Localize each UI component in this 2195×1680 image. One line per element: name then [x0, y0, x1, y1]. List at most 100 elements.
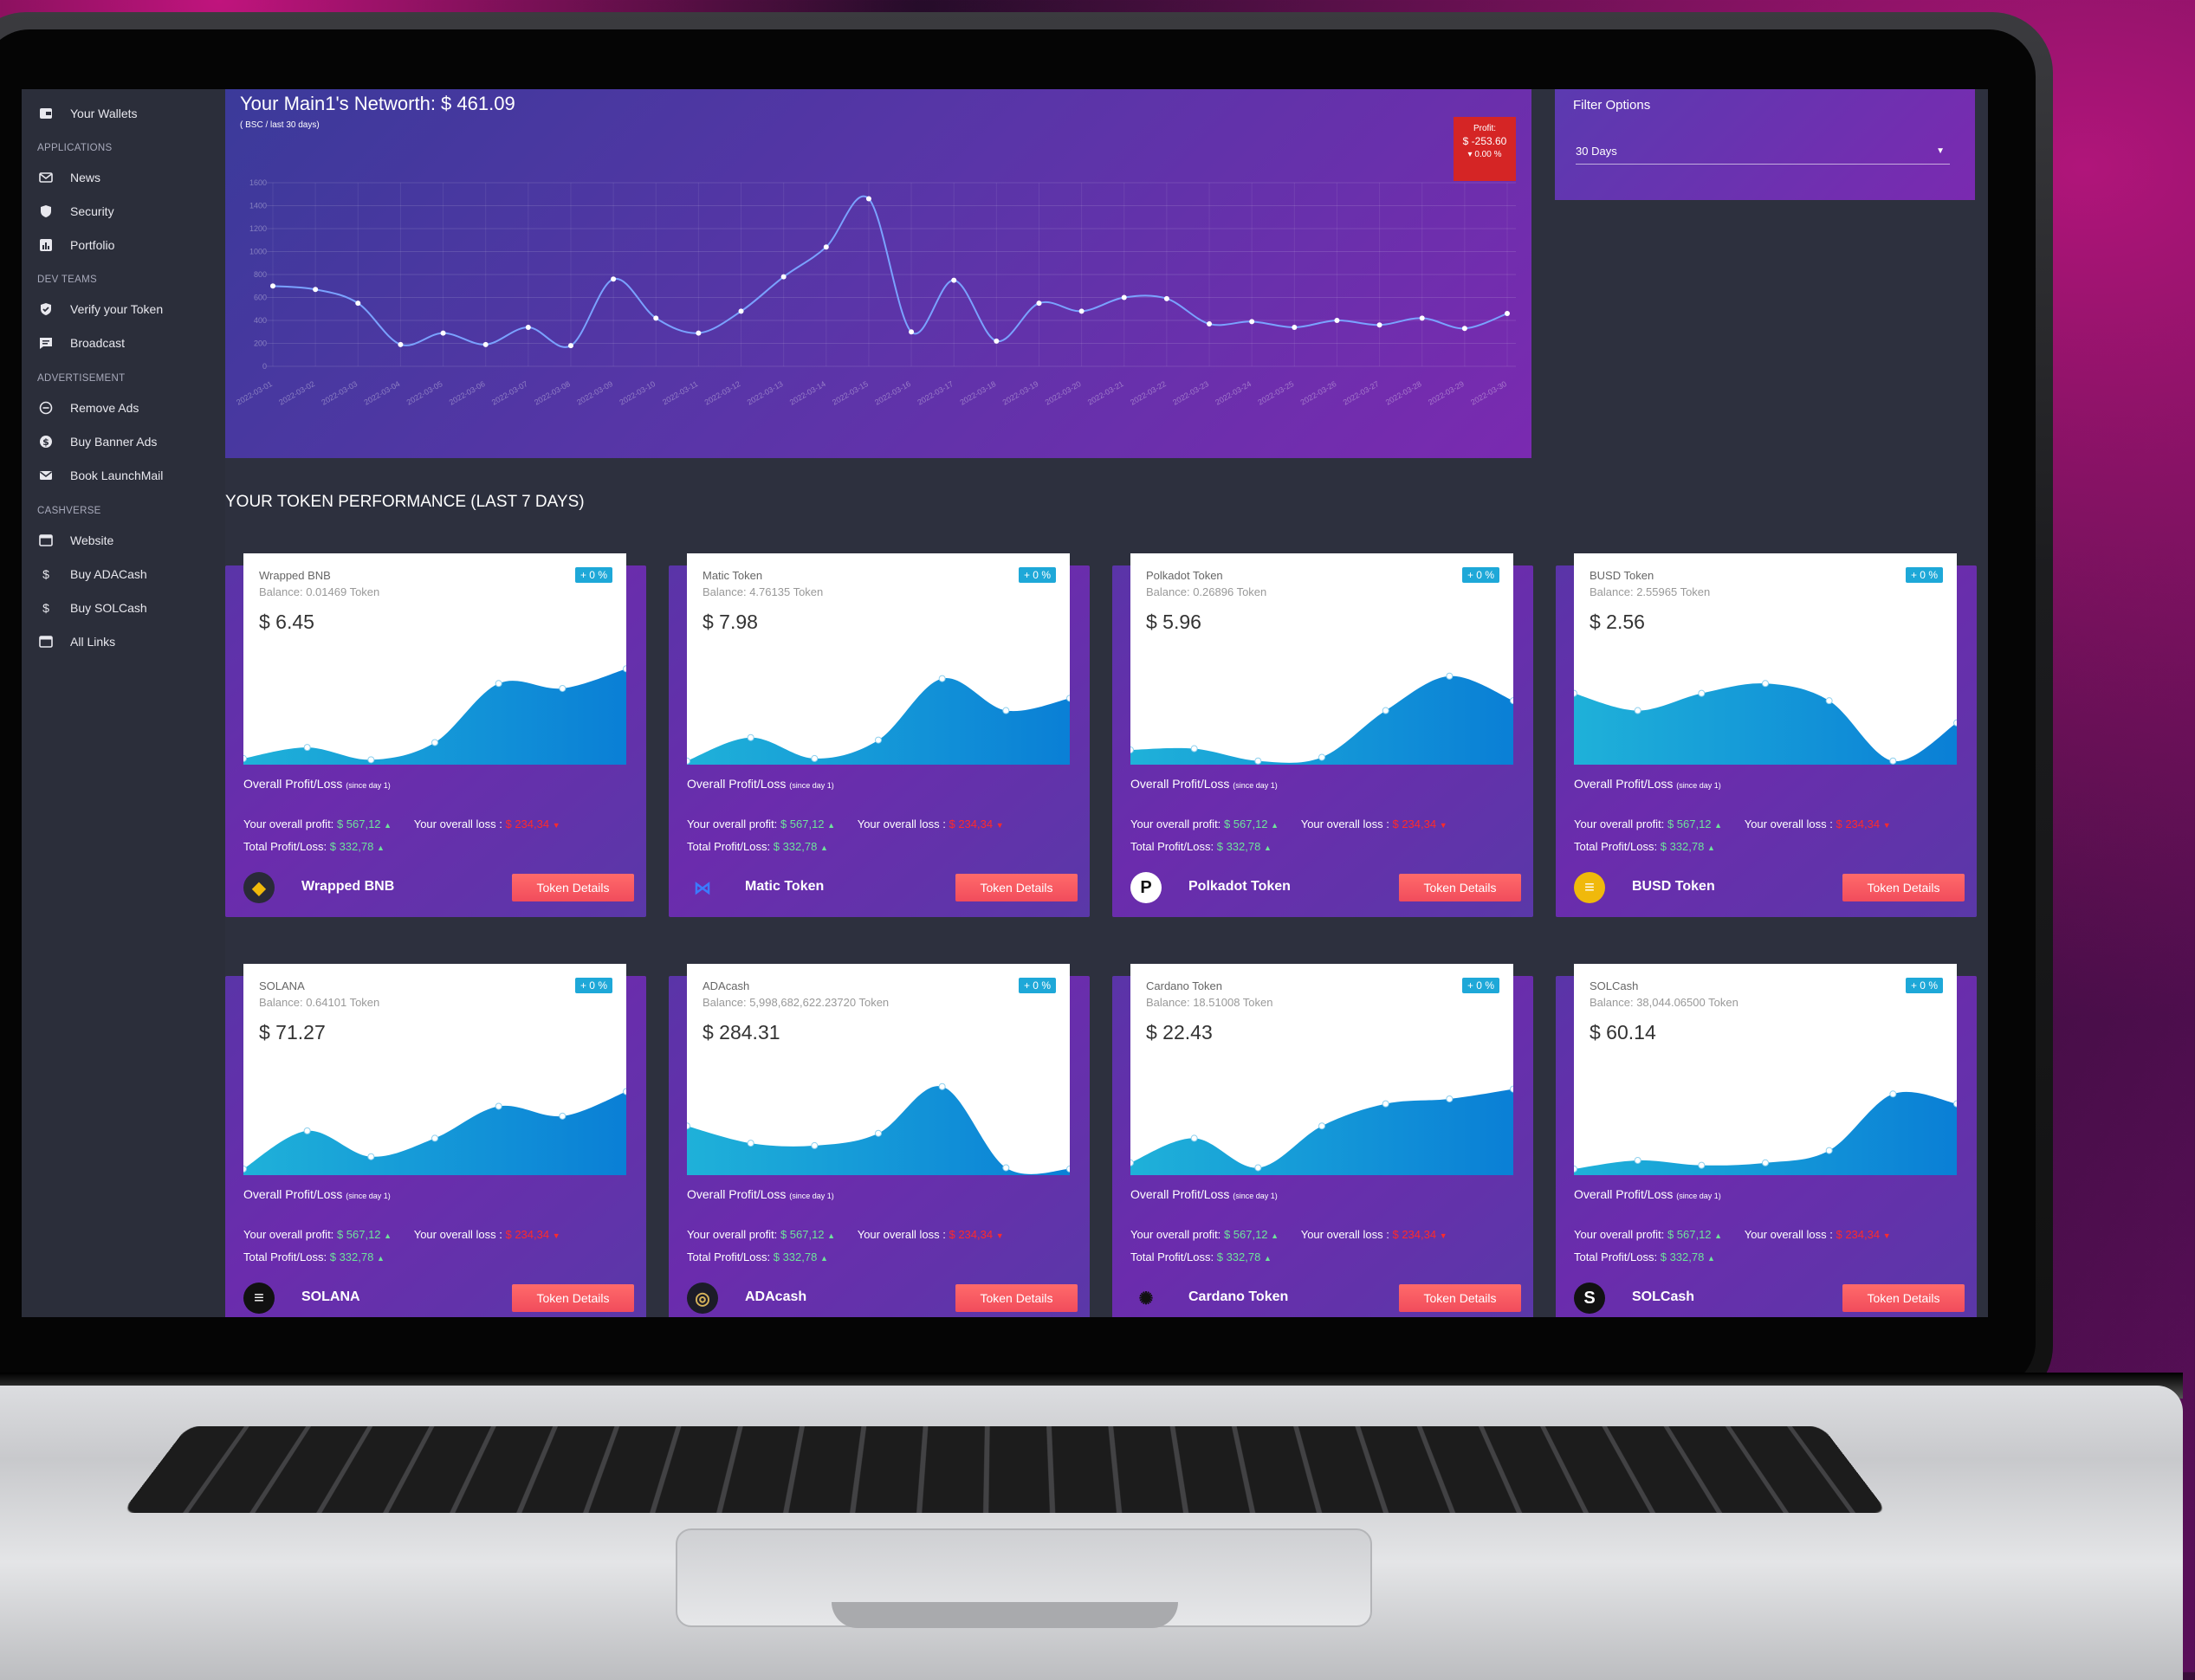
sparkline-point: [1763, 681, 1769, 687]
sidebar-item-label: Buy SOLCash: [70, 601, 147, 615]
total-line: Total Profit/Loss: $ 332,78 ▲: [243, 840, 385, 853]
sidebar-item-book-launchmail[interactable]: Book LaunchMail: [39, 462, 163, 488]
token-details-button[interactable]: Token Details: [955, 874, 1078, 901]
sparkline-point: [1954, 1101, 1958, 1107]
total-line: Total Profit/Loss: $ 332,78 ▲: [687, 840, 828, 853]
token-details-button[interactable]: Token Details: [955, 1284, 1078, 1312]
sparkline-point: [1699, 1162, 1705, 1168]
sidebar-item-buy-solcash[interactable]: $ Buy SOLCash: [39, 595, 147, 621]
total-value: $ 332,78: [1661, 1250, 1705, 1263]
sparkline-point: [812, 1142, 818, 1148]
period-select[interactable]: 30 Days ▼: [1576, 145, 1950, 165]
profit-loss-line: Your overall profit: $ 567,12 ▲ Your ove…: [1130, 817, 1447, 830]
total-value: $ 332,78: [774, 1250, 818, 1263]
token-details-button[interactable]: Token Details: [512, 1284, 634, 1312]
x-tick-label: 2022-03-28: [1384, 379, 1423, 407]
sidebar-item-website[interactable]: Website: [39, 527, 113, 553]
sidebar-item-verify-token[interactable]: Verify your Token: [39, 296, 163, 322]
token-details-button[interactable]: Token Details: [1399, 1284, 1521, 1312]
sidebar-item-wallets[interactable]: Your Wallets: [39, 100, 138, 126]
total-label: Total Profit/Loss:: [243, 1250, 327, 1263]
sparkline-point: [1954, 720, 1958, 726]
sidebar-item-security[interactable]: Security: [39, 198, 114, 224]
overall-label: Overall Profit/Loss: [1130, 1187, 1229, 1201]
caret-up-icon: ▲: [377, 1254, 385, 1263]
sparkline-point: [560, 685, 566, 691]
overall-label: Overall Profit/Loss: [687, 777, 786, 791]
overall-label: Overall Profit/Loss: [243, 1187, 342, 1201]
profit-value: $ 567,12: [780, 1228, 825, 1241]
sparkline-point: [1890, 1091, 1896, 1097]
sidebar-item-portfolio[interactable]: Portfolio: [39, 232, 114, 258]
sidebar-item-broadcast[interactable]: Broadcast: [39, 330, 125, 356]
sparkline-point: [1319, 1123, 1325, 1129]
sparkline-point: [939, 1083, 945, 1089]
total-label: Total Profit/Loss:: [687, 1250, 770, 1263]
profit-value: $ 567,12: [1667, 817, 1712, 830]
sparkline-point: [1826, 1147, 1832, 1153]
token-title: Wrapped BNB: [301, 879, 394, 895]
change-badge: + 0 %: [1019, 978, 1056, 993]
token-card: ADAcash Balance: 5,998,682,622.23720 Tok…: [669, 964, 1090, 1317]
loss-value: $ 234,34: [505, 1228, 549, 1241]
sidebar-item-buy-banner-ads[interactable]: $ Buy Banner Ads: [39, 429, 157, 455]
overall-label: Overall Profit/Loss: [243, 777, 342, 791]
loss-value: $ 234,34: [1836, 1228, 1880, 1241]
x-tick-label: 2022-03-18: [958, 379, 997, 407]
sidebar-item-label: Book LaunchMail: [70, 468, 163, 482]
networth-point: [313, 287, 318, 292]
matic-logo-icon: ⋈: [687, 872, 718, 903]
token-card: Wrapped BNB Balance: 0.01469 Token $ 6.4…: [225, 553, 646, 917]
card-chart-area: Cardano Token Balance: 18.51008 Token $ …: [1130, 964, 1513, 1175]
sparkline-point: [624, 1089, 627, 1095]
networth-line-chart: 020040060080010001200140016002022-03-01 2…: [225, 176, 1531, 453]
networth-point: [951, 278, 956, 283]
sidebar-item-remove-ads[interactable]: Remove Ads: [39, 395, 139, 421]
sidebar-section-cashverse: CASHVERSE: [37, 506, 101, 516]
sidebar-item-news[interactable]: News: [39, 165, 100, 191]
overall-label: Overall Profit/Loss: [1574, 1187, 1673, 1201]
change-badge: + 0 %: [575, 978, 612, 993]
networth-panel: Your Main1's Networth: $ 461.09 ( BSC / …: [225, 89, 1531, 458]
sparkline-area: [1574, 683, 1957, 765]
sparkline-point: [243, 1166, 247, 1172]
sparkline-point: [1447, 673, 1453, 679]
sparkline-point: [1382, 708, 1389, 714]
sparkline-point: [243, 755, 247, 761]
sidebar-item-buy-adacash[interactable]: $ Buy ADACash: [39, 561, 147, 587]
sparkline-point: [1574, 690, 1577, 696]
token-title: ADAcash: [745, 1289, 806, 1305]
change-badge: + 0 %: [1462, 978, 1499, 993]
token-details-button[interactable]: Token Details: [1842, 874, 1965, 901]
networth-title: Your Main1's Networth: $ 461.09: [240, 93, 515, 115]
overall-since: (since day 1): [346, 781, 391, 790]
token-title: SOLANA: [301, 1289, 360, 1305]
token-details-button[interactable]: Token Details: [1399, 874, 1521, 901]
overall-profit-loss: Overall Profit/Loss (since day 1): [687, 1187, 834, 1201]
sidebar-item-all-links[interactable]: All Links: [39, 629, 115, 655]
check-shield-icon: [39, 302, 53, 316]
browser-icon: [39, 635, 53, 649]
sparkline-point: [687, 1123, 690, 1129]
token-details-button[interactable]: Token Details: [1842, 1284, 1965, 1312]
sparkline-point: [624, 666, 627, 672]
profit-loss-line: Your overall profit: $ 567,12 ▲ Your ove…: [1574, 817, 1891, 830]
x-tick-label: 2022-03-12: [703, 379, 742, 407]
sidebar-item-label: Broadcast: [70, 336, 125, 350]
token-balance: Balance: 0.26896 Token: [1146, 585, 1266, 598]
overall-since: (since day 1): [789, 1192, 834, 1200]
total-label: Total Profit/Loss:: [1130, 840, 1214, 853]
token-details-button[interactable]: Token Details: [512, 874, 634, 901]
card-chart-area: ADAcash Balance: 5,998,682,622.23720 Tok…: [687, 964, 1070, 1175]
sidebar-section-dev-teams: DEV TEAMS: [37, 275, 97, 285]
total-value: $ 332,78: [330, 840, 374, 853]
networth-point: [611, 276, 616, 281]
sparkline-area: [1130, 676, 1513, 765]
sidebar-section-applications: APPLICATIONS: [37, 143, 112, 153]
sparkline-point: [1191, 1135, 1197, 1141]
x-tick-label: 2022-03-26: [1299, 379, 1338, 407]
minus-circle-icon: [39, 401, 53, 415]
sparkline-point: [1447, 1095, 1453, 1102]
networth-point: [1334, 318, 1339, 323]
total-label: Total Profit/Loss:: [1574, 1250, 1657, 1263]
